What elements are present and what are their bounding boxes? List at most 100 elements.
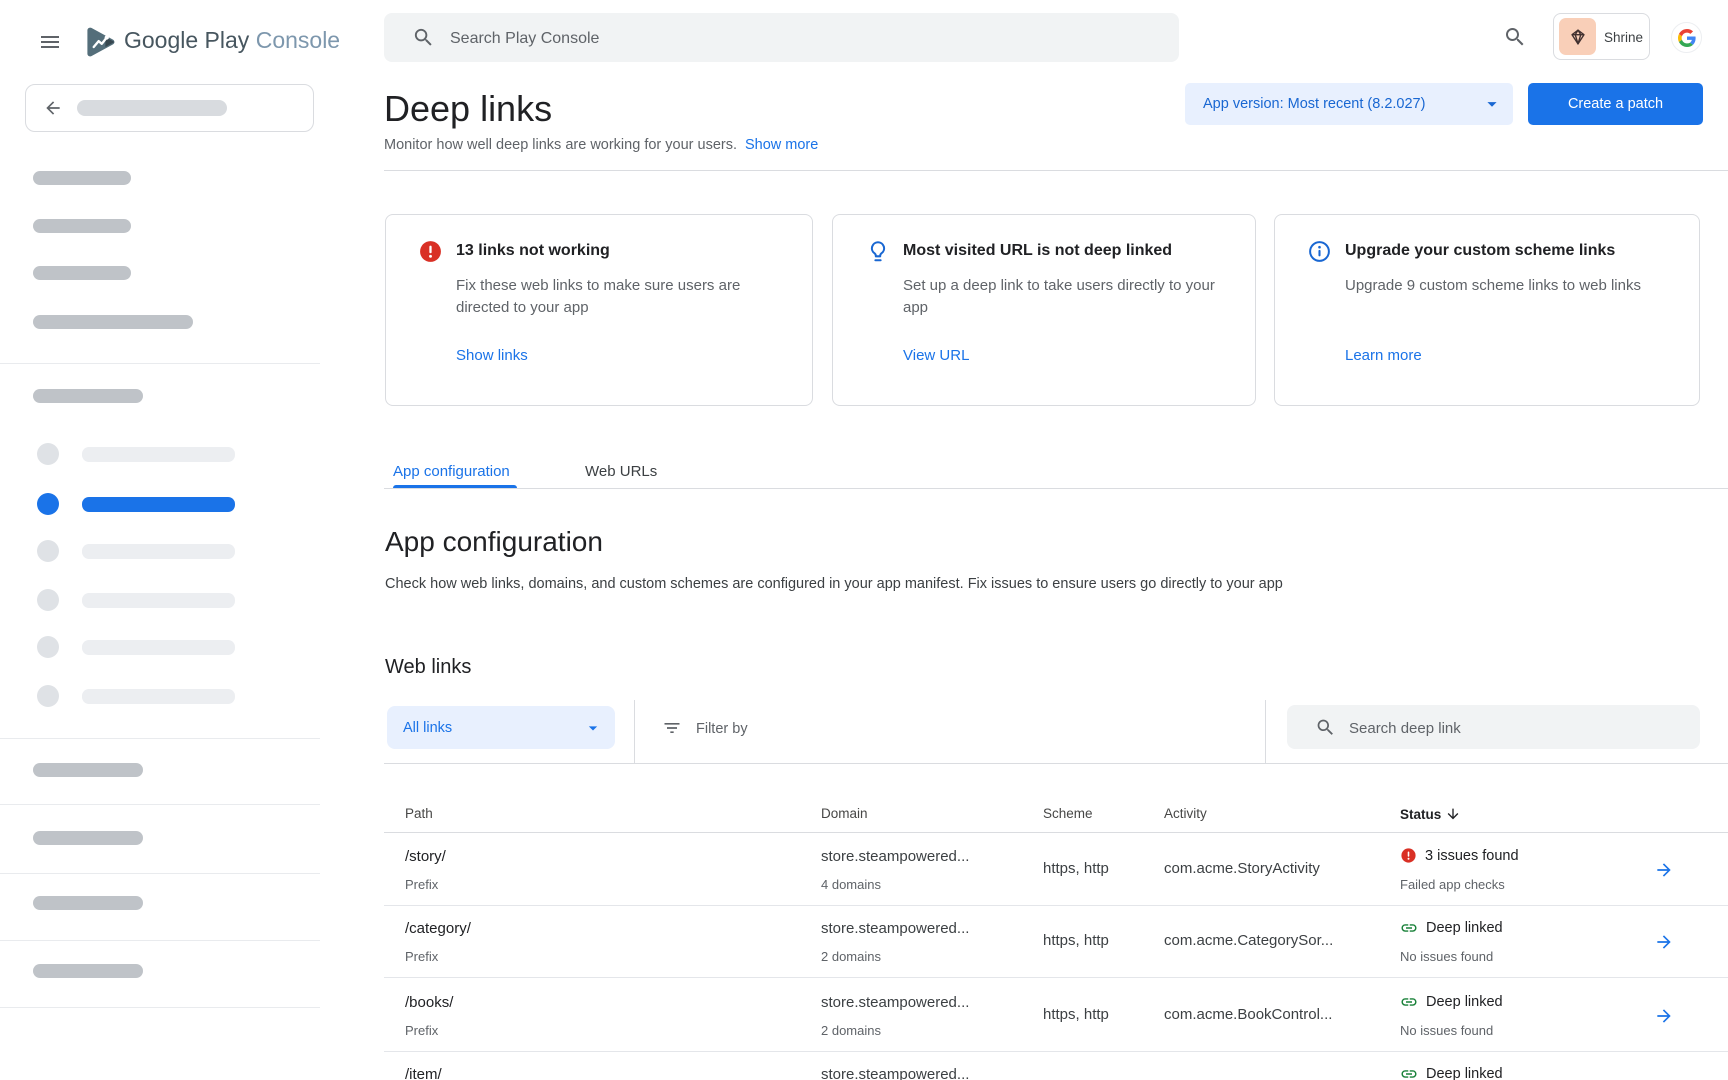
arrow-forward-icon: [1654, 860, 1674, 880]
create-patch-button[interactable]: Create a patch: [1528, 83, 1703, 125]
cell-domain-count: 2 domains: [821, 949, 881, 964]
card-links-not-working: 13 links not working Fix these web links…: [385, 214, 813, 406]
cell-domain: store.steampowered...: [821, 1066, 969, 1080]
error-icon: [418, 239, 443, 264]
console-search-input[interactable]: [448, 13, 1152, 64]
diamond-icon: [1567, 26, 1589, 48]
app-version-dropdown[interactable]: App version: Most recent (8.2.027): [1185, 83, 1513, 125]
toolbar-divider: [1265, 700, 1266, 763]
show-more-link[interactable]: Show more: [745, 137, 818, 153]
status-text: Deep linked: [1426, 920, 1503, 936]
arrow-forward-icon: [1654, 1006, 1674, 1026]
status-badge: Deep linked: [1400, 919, 1503, 937]
table-row[interactable]: /books/ Prefix store.steampowered... 2 d…: [384, 980, 1728, 1052]
skeleton-bar: [33, 763, 143, 777]
status-badge: Deep linked: [1400, 993, 1503, 1011]
table-row[interactable]: /category/ Prefix store.steampowered... …: [384, 906, 1728, 978]
cell-activity: com.acme.BookControl...: [1164, 1006, 1332, 1023]
skeleton-bar: [33, 171, 131, 185]
back-arrow-icon: [43, 98, 63, 118]
deep-link-search-bar[interactable]: [1287, 705, 1700, 749]
open-row-button[interactable]: [1654, 1006, 1674, 1026]
card-title: Most visited URL is not deep linked: [903, 242, 1172, 260]
link-icon: [1400, 993, 1418, 1011]
skeleton-bar: [33, 964, 143, 978]
open-row-button[interactable]: [1654, 860, 1674, 880]
tab-web-urls[interactable]: Web URLs: [585, 463, 657, 480]
skeleton-bar: [33, 896, 143, 910]
skeleton-bar: [33, 831, 143, 845]
cell-path: /books/: [405, 994, 453, 1011]
table-row[interactable]: /story/ Prefix store.steampowered... 4 d…: [384, 834, 1728, 906]
card-title: Upgrade your custom scheme links: [1345, 242, 1615, 260]
cell-path-type: Prefix: [405, 1023, 438, 1038]
toolbar-bottom-divider: [384, 763, 1728, 764]
column-header-path: Path: [405, 806, 433, 821]
google-logo-icon: [1678, 29, 1696, 47]
status-text: 3 issues found: [1425, 848, 1519, 864]
card-body: Set up a deep link to take users directl…: [903, 275, 1219, 319]
card-most-visited-url: Most visited URL is not deep linked Set …: [832, 214, 1256, 406]
status-detail: No issues found: [1400, 949, 1493, 964]
cell-path: /item/: [405, 1066, 442, 1080]
links-filter-select[interactable]: All links: [387, 706, 615, 749]
toolbar-divider: [634, 700, 635, 763]
header-divider: [384, 170, 1728, 171]
sidebar: Google Play Console: [0, 0, 320, 1080]
app-selector-chip[interactable]: Shrine: [1553, 13, 1650, 60]
sidebar-divider: [0, 804, 320, 805]
sidebar-divider: [0, 738, 320, 739]
column-header-scheme: Scheme: [1043, 806, 1093, 821]
app-logo-tile: [1559, 18, 1596, 55]
secondary-search-button[interactable]: [1503, 25, 1527, 49]
table-header: Path Domain Scheme Activity Status: [384, 788, 1728, 833]
cell-activity: com.acme.CategorySor...: [1164, 932, 1333, 949]
logo-text: Google Play Console: [124, 27, 340, 54]
skeleton-bar: [33, 389, 143, 403]
learn-more-link[interactable]: Learn more: [1345, 347, 1422, 364]
column-header-domain: Domain: [821, 806, 868, 821]
cell-path-type: Prefix: [405, 949, 438, 964]
menu-icon: [38, 30, 62, 54]
deep-link-search-input[interactable]: [1347, 705, 1691, 751]
app-version-label: App version: Most recent (8.2.027): [1203, 96, 1481, 112]
cell-domain: store.steampowered...: [821, 994, 969, 1011]
open-row-button[interactable]: [1654, 932, 1674, 952]
cell-path: /story/: [405, 848, 446, 865]
card-body: Upgrade 9 custom scheme links to web lin…: [1345, 275, 1663, 297]
dropdown-caret-icon: [1481, 93, 1503, 115]
info-icon: [1307, 239, 1332, 264]
dropdown-caret-icon: [583, 718, 603, 738]
cell-scheme: https, http: [1043, 1006, 1109, 1023]
link-icon: [1400, 919, 1418, 937]
status-detail: No issues found: [1400, 1023, 1493, 1038]
cell-scheme: https, http: [1043, 932, 1109, 949]
card-body: Fix these web links to make sure users a…: [456, 275, 776, 319]
card-upgrade-schemes: Upgrade your custom scheme links Upgrade…: [1274, 214, 1700, 406]
links-filter-value: All links: [403, 720, 583, 736]
status-badge: Deep linked: [1400, 1065, 1503, 1080]
console-search-bar[interactable]: [384, 13, 1179, 62]
sort-descending-icon: [1445, 806, 1461, 822]
filter-by-input[interactable]: [694, 706, 1118, 751]
tab-app-configuration[interactable]: App configuration: [393, 463, 510, 480]
cell-domain: store.steampowered...: [821, 848, 969, 865]
section-heading: App configuration: [385, 526, 603, 558]
view-url-link[interactable]: View URL: [903, 347, 969, 364]
logo-console: Console: [256, 27, 340, 53]
cell-scheme: https, http: [1043, 860, 1109, 877]
show-links-link[interactable]: Show links: [456, 347, 528, 364]
menu-button[interactable]: [38, 30, 62, 54]
play-console-logo-icon[interactable]: [82, 23, 118, 61]
lightbulb-icon: [865, 239, 891, 265]
card-title: 13 links not working: [456, 242, 610, 260]
account-avatar[interactable]: [1671, 22, 1702, 53]
column-header-activity: Activity: [1164, 806, 1207, 821]
status-badge: 3 issues found: [1400, 847, 1519, 864]
back-button[interactable]: [25, 84, 314, 132]
skeleton-bar: [33, 219, 131, 233]
table-row[interactable]: /item/ store.steampowered... Deep linked: [384, 1052, 1728, 1080]
cell-activity: com.acme.StoryActivity: [1164, 860, 1320, 877]
play-console-deep-links-page: Google Play Console: [0, 0, 1728, 1080]
column-header-status[interactable]: Status: [1400, 806, 1461, 822]
